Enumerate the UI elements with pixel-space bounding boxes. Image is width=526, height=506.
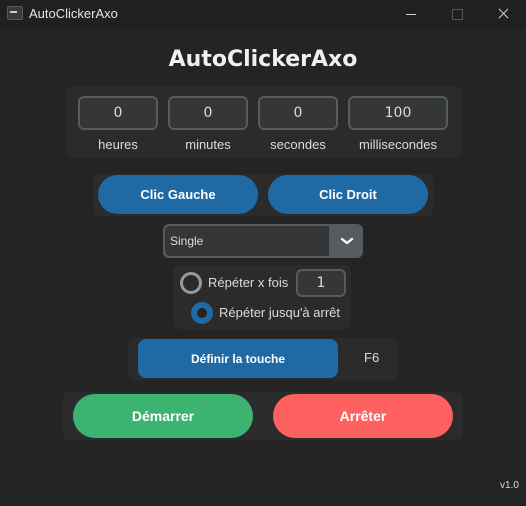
click-mode-value: Single [165, 226, 329, 256]
close-icon[interactable] [480, 0, 526, 28]
set-hotkey-button[interactable]: Définir la touche [138, 339, 338, 378]
page-title: AutoClickerAxo [168, 47, 358, 72]
left-click-button[interactable]: Clic Gauche [98, 175, 258, 214]
window-title: AutoClickerAxo [29, 6, 118, 21]
repeat-until-stop-radio[interactable] [191, 302, 213, 324]
hours-label: heures [98, 137, 138, 152]
minutes-label: minutes [185, 137, 231, 152]
version-label: v1.0 [500, 480, 519, 491]
milliseconds-label: millisecondes [358, 137, 438, 152]
click-mode-select[interactable]: Single [163, 224, 363, 258]
start-button[interactable]: Démarrer [73, 394, 253, 438]
seconds-label: secondes [270, 137, 326, 152]
minutes-input[interactable] [168, 96, 248, 130]
hours-input[interactable] [78, 96, 158, 130]
maximize-icon[interactable] [434, 0, 480, 28]
repeat-count-input[interactable] [296, 269, 346, 297]
stop-button[interactable]: Arrêter [273, 394, 453, 438]
title-bar: AutoClickerAxo [0, 0, 526, 28]
minimize-icon[interactable] [388, 0, 434, 28]
milliseconds-input[interactable] [348, 96, 448, 130]
interval-panel: heures minutes secondes millisecondes [66, 86, 462, 158]
hotkey-value: F6 [364, 350, 380, 365]
chevron-down-icon[interactable] [337, 233, 357, 249]
seconds-input[interactable] [258, 96, 338, 130]
app-icon [7, 6, 23, 20]
right-click-button[interactable]: Clic Droit [268, 175, 428, 214]
repeat-times-radio[interactable] [180, 272, 202, 294]
repeat-until-stop-label: Répéter jusqu'à arrêt [219, 305, 340, 320]
repeat-times-label: Répéter x fois [208, 275, 289, 290]
